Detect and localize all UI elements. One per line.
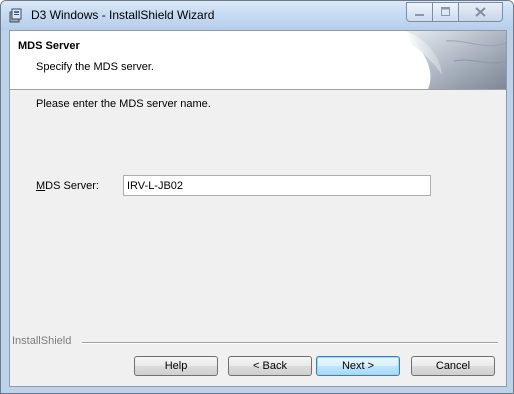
close-button[interactable]	[458, 2, 503, 22]
next-button-label: Next >	[341, 360, 375, 372]
banner-graphic	[406, 31, 506, 89]
page-title: MDS Server	[18, 40, 80, 52]
header-banner: MDS Server Specify the MDS server.	[10, 31, 506, 90]
maximize-button[interactable]	[432, 2, 459, 22]
window-title: D3 Windows - InstallShield Wizard	[31, 8, 215, 22]
back-button-label: < Back	[253, 360, 287, 372]
instruction-text: Please enter the MDS server name.	[36, 98, 211, 110]
help-button[interactable]: Help	[134, 356, 218, 376]
installer-icon	[9, 8, 22, 23]
minimize-button[interactable]	[406, 2, 433, 22]
installer-window: D3 Windows - InstallShield Wizard MDS Se…	[0, 0, 514, 394]
minimize-icon	[415, 14, 424, 16]
back-button[interactable]: < Back	[228, 356, 312, 376]
label-rest: DS Server:	[45, 180, 99, 192]
installshield-brand: InstallShield	[12, 335, 72, 347]
title-bar[interactable]: D3 Windows - InstallShield Wizard	[1, 1, 513, 30]
label-mnemonic: M	[36, 180, 46, 192]
footer-separator	[82, 342, 498, 344]
mds-server-input[interactable]	[123, 175, 431, 196]
cancel-button[interactable]: Cancel	[411, 356, 495, 376]
wizard-client-area: MDS Server Specify the MDS server. Pleas…	[9, 30, 507, 387]
page-subtitle: Specify the MDS server.	[36, 61, 154, 73]
maximize-icon	[441, 7, 450, 16]
next-button[interactable]: Next >	[316, 356, 400, 376]
close-icon	[475, 7, 486, 17]
mds-server-label: MDS Server:	[36, 180, 99, 192]
